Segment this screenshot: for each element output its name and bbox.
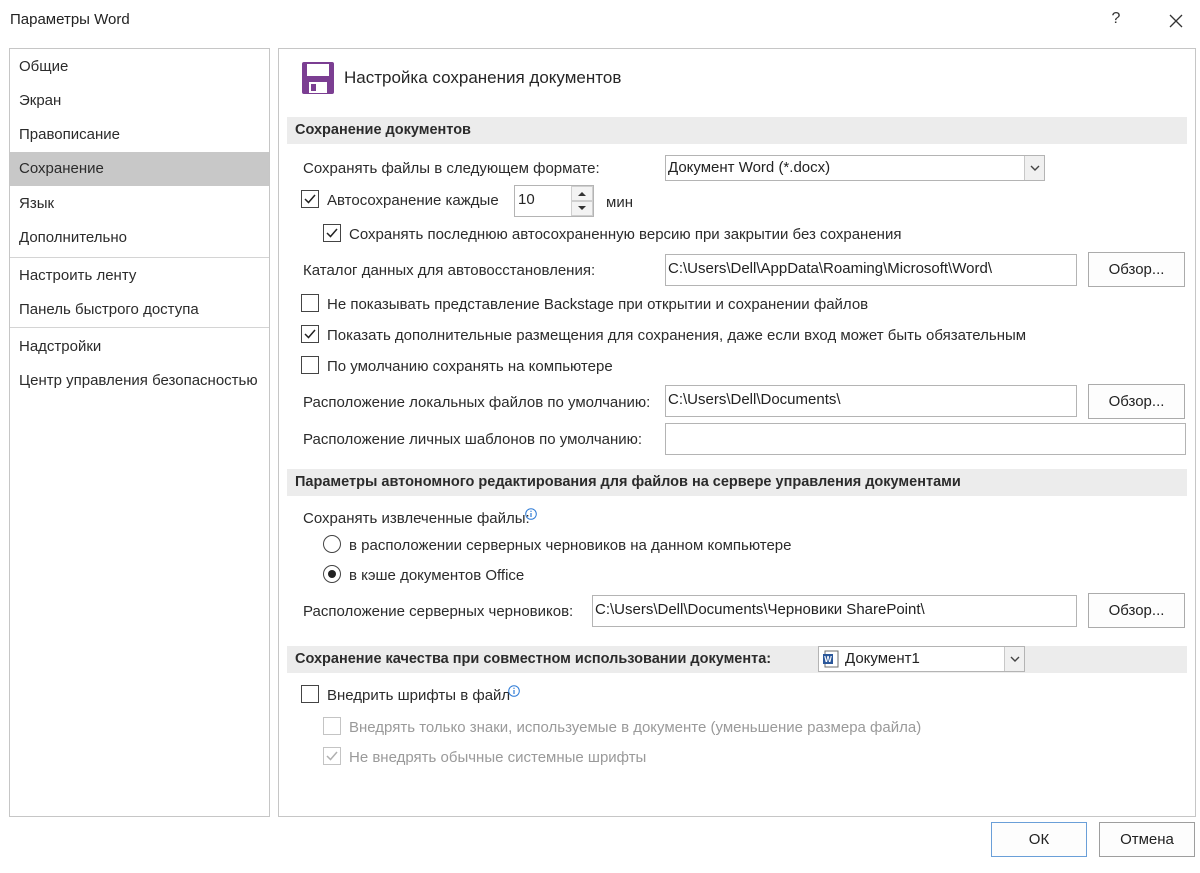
local-files-label: Расположение локальных файлов по умолчан… [303, 394, 651, 411]
default-computer-label: По умолчанию сохранять на компьютере [327, 358, 613, 375]
info-icon [525, 508, 537, 520]
title-bar: Параметры Word ? [0, 0, 1200, 40]
sidebar-item-language[interactable]: Язык [10, 187, 269, 221]
no-common-fonts-checkbox [323, 747, 341, 765]
checkmark-icon [304, 329, 316, 339]
format-select[interactable]: Документ Word (*.docx) [665, 155, 1045, 181]
section-header-fidelity: Сохранение качества при совместном испол… [287, 646, 1187, 673]
radio-selected-dot [328, 570, 336, 578]
checkmark-icon [304, 194, 316, 204]
cancel-button[interactable]: Отмена [1099, 822, 1195, 857]
save-checked-out-label: Сохранять извлеченные файлы: [303, 510, 530, 527]
sidebar-item-trust-center[interactable]: Центр управления безопасностью [10, 364, 269, 398]
info-icon [508, 685, 520, 697]
sidebar-item-customize-ribbon[interactable]: Настроить ленту [10, 259, 269, 293]
checkmark-icon [326, 751, 338, 761]
page-title: Настройка сохранения документов [344, 68, 622, 87]
keep-last-autosave-label: Сохранять последнюю автосохраненную верс… [349, 226, 902, 243]
office-cache-radio[interactable] [323, 565, 341, 583]
server-drafts-path-input[interactable]: C:\Users\Dell\Documents\Черновики ShareP… [592, 595, 1077, 627]
no-backstage-checkbox[interactable] [301, 294, 319, 312]
save-floppy-icon [302, 62, 334, 94]
chevron-down-icon [1030, 165, 1040, 171]
autosave-minutes-value: 10 [518, 191, 535, 208]
sidebar-divider [10, 257, 269, 258]
word-document-icon: W [823, 650, 839, 668]
embed-fonts-label: Внедрить шрифты в файл [327, 687, 511, 704]
server-drafts-option-label: в расположении серверных черновиков на д… [349, 537, 792, 554]
sidebar-item-quick-access[interactable]: Панель быстрого доступа [10, 293, 269, 327]
keep-last-autosave-checkbox[interactable] [323, 224, 341, 242]
embed-fonts-checkbox[interactable] [301, 685, 319, 703]
templates-label: Расположение личных шаблонов по умолчани… [303, 431, 643, 448]
embed-only-used-label: Внедрять только знаки, используемые в до… [349, 719, 922, 736]
dropdown-arrow[interactable] [1024, 156, 1044, 180]
fidelity-document-value: Документ1 [845, 650, 920, 667]
local-files-path-input[interactable]: C:\Users\Dell\Documents\ [665, 385, 1077, 417]
autorecover-label: Каталог данных для автовосстановления: [303, 262, 596, 279]
autosave-checkbox[interactable] [301, 190, 319, 208]
ok-button[interactable]: ОК [991, 822, 1087, 857]
browse-local-files-button[interactable]: Обзор... [1088, 384, 1185, 419]
triangle-up-icon [578, 192, 586, 196]
content-panel: Настройка сохранения документов Сохранен… [278, 48, 1196, 817]
autosave-unit: мин [606, 194, 633, 211]
help-button[interactable]: ? [1101, 10, 1131, 36]
no-common-fonts-label: Не внедрять обычные системные шрифты [349, 749, 647, 766]
close-icon [1169, 14, 1183, 28]
dropdown-arrow[interactable] [1004, 647, 1024, 671]
stepper-down-button[interactable] [571, 201, 593, 216]
autorecover-path-input[interactable]: C:\Users\Dell\AppData\Roaming\Microsoft\… [665, 254, 1077, 286]
chevron-down-icon [1010, 656, 1020, 662]
default-computer-checkbox[interactable] [301, 356, 319, 374]
embed-only-used-checkbox [323, 717, 341, 735]
fidelity-header-label: Сохранение качества при совместном испол… [295, 651, 772, 667]
autosave-minutes-stepper[interactable]: 10 [514, 185, 594, 217]
browse-autorecover-button[interactable]: Обзор... [1088, 252, 1185, 287]
templates-path-input[interactable] [665, 423, 1186, 455]
autosave-label: Автосохранение каждые [327, 192, 499, 209]
triangle-down-icon [578, 206, 586, 210]
server-drafts-radio[interactable] [323, 535, 341, 553]
no-backstage-label: Не показывать представление Backstage пр… [327, 296, 869, 313]
office-cache-option-label: в кэше документов Office [349, 567, 525, 584]
show-more-locations-checkbox[interactable] [301, 325, 319, 343]
section-header-save: Сохранение документов [287, 117, 1187, 144]
window-title: Параметры Word [10, 11, 130, 28]
show-more-locations-label: Показать дополнительные размещения для с… [327, 327, 1027, 344]
sidebar-item-save[interactable]: Сохранение [10, 152, 269, 186]
browse-server-drafts-button[interactable]: Обзор... [1088, 593, 1185, 628]
format-label: Сохранять файлы в следующем формате: [303, 160, 600, 177]
svg-text:W: W [824, 655, 832, 664]
sidebar-item-proofing[interactable]: Правописание [10, 118, 269, 152]
sidebar-item-addins[interactable]: Надстройки [10, 330, 269, 364]
server-drafts-location-label: Расположение серверных черновиков: [303, 603, 574, 620]
stepper-up-button[interactable] [571, 186, 593, 201]
sidebar-item-advanced[interactable]: Дополнительно [10, 221, 269, 255]
sidebar-divider [10, 327, 269, 328]
format-select-value: Документ Word (*.docx) [668, 159, 831, 176]
sidebar: Общие Экран Правописание Сохранение Язык… [9, 48, 270, 817]
sidebar-item-general[interactable]: Общие [10, 50, 269, 84]
section-header-offline: Параметры автономного редактирования для… [287, 469, 1187, 496]
checkmark-icon [326, 228, 338, 238]
sidebar-item-display[interactable]: Экран [10, 84, 269, 118]
fidelity-document-select[interactable]: W Документ1 [818, 646, 1025, 672]
close-button[interactable] [1161, 8, 1191, 34]
